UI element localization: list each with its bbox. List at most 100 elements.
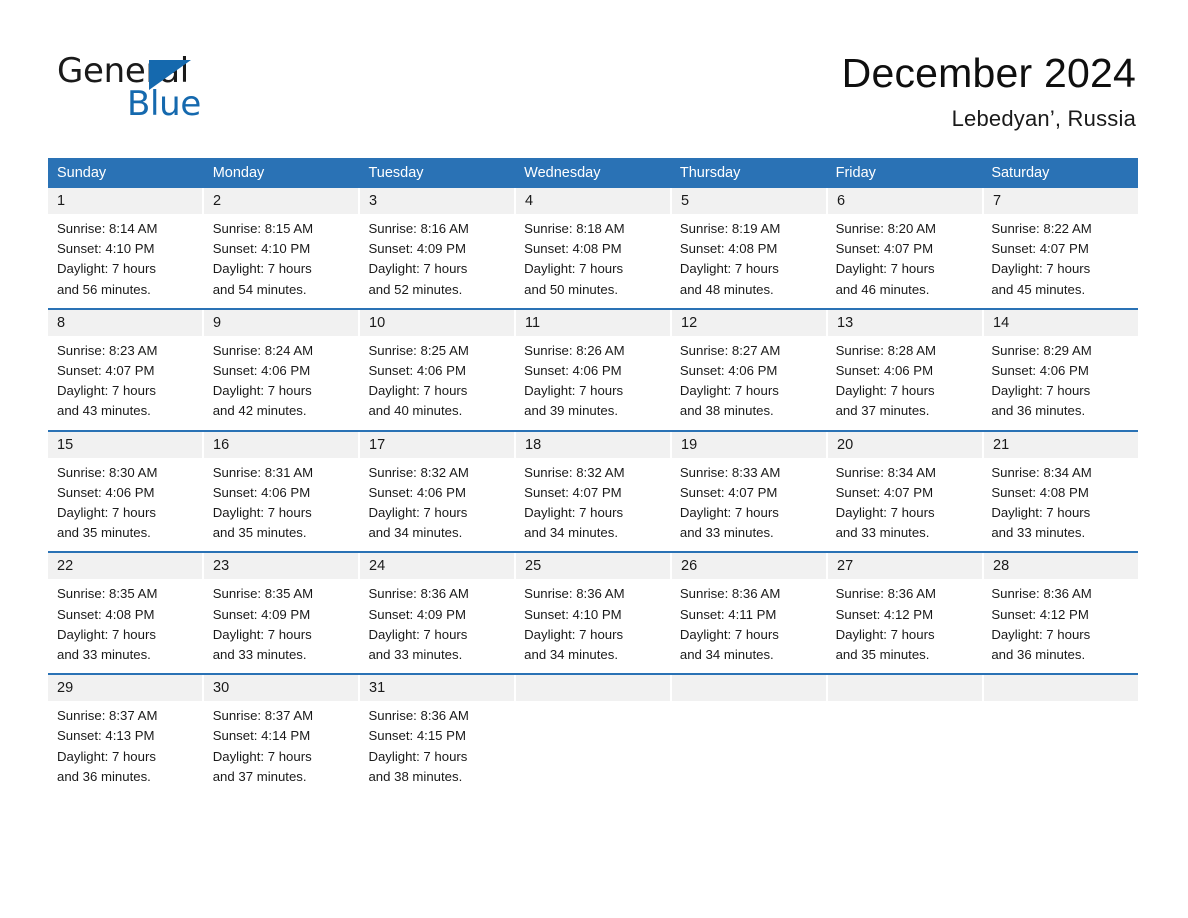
day-detail-line: and 34 minutes. [524,647,618,663]
day-cell[interactable]: Sunrise: 8:33 AM Sunset: 4:07 PM Daylight:… [671,458,827,552]
week-date-bar: 22 23 24 25 26 27 28 [48,553,1138,580]
day-number[interactable]: 6 [828,188,984,214]
day-cell[interactable]: Sunrise: 8:37 AM Sunset: 4:13 PM Daylight:… [48,701,204,795]
day-number[interactable]: 9 [204,309,360,336]
day-number[interactable]: 14 [984,309,1138,336]
day-cell[interactable]: Sunrise: 8:35 AM Sunset: 4:08 PM Daylight:… [48,579,204,673]
day-detail-line: and 54 minutes. [212,281,307,297]
day-number[interactable]: 3 [360,188,516,214]
day-number[interactable]: 10 [360,309,516,336]
day-number[interactable]: 20 [828,431,984,458]
day-detail-line: Sunrise: 8:37 AM [212,708,314,724]
day-detail-line: Sunrise: 8:36 AM [991,586,1092,602]
day-detail-line: and 33 minutes. [835,525,930,541]
day-cell[interactable]: Sunrise: 8:25 AM Sunset: 4:06 PM Daylight:… [359,336,515,430]
day-cell[interactable]: Sunrise: 8:27 AM Sunset: 4:06 PM Daylight:… [671,336,827,430]
day-detail-line: Daylight: 7 hours [212,261,312,277]
calendar-week-row: 22 23 24 25 26 27 28 Sunrise: 8:35 AM Sunset: 4:… [48,551,1138,674]
day-number[interactable] [672,675,828,702]
day-number[interactable]: 2 [204,188,360,214]
day-cell[interactable]: Sunrise: 8:22 AM Sunset: 4:07 PM Daylight:… [982,214,1138,308]
day-number[interactable]: 7 [984,188,1138,214]
day-detail-line: Sunset: 4:15 PM [368,728,466,744]
day-detail-line: Daylight: 7 hours [835,626,935,642]
day-cell[interactable]: Sunrise: 8:36 AM Sunset: 4:12 PM Daylight:… [827,579,983,673]
day-cell[interactable]: Sunrise: 8:36 AM Sunset: 4:15 PM Daylight:… [359,701,515,795]
day-number[interactable]: 4 [516,188,672,214]
week-body-row: Sunrise: 8:14 AM Sunset: 4:10 PM Daylight:… [48,214,1138,308]
day-cell[interactable]: Sunrise: 8:14 AM Sunset: 4:10 PM Daylight:… [48,214,204,308]
day-detail-line: Sunset: 4:08 PM [991,484,1089,500]
day-number[interactable]: 12 [672,309,828,336]
day-number[interactable]: 13 [828,309,984,336]
day-cell[interactable]: Sunrise: 8:16 AM Sunset: 4:09 PM Daylight:… [359,214,515,308]
day-number[interactable]: 21 [984,431,1138,458]
day-detail-line: Sunrise: 8:19 AM [679,221,781,236]
day-cell[interactable]: Sunrise: 8:26 AM Sunset: 4:06 PM Daylight:… [515,336,671,430]
day-number[interactable]: 31 [360,675,516,702]
day-cell[interactable]: Sunrise: 8:36 AM Sunset: 4:12 PM Daylight:… [982,579,1138,673]
day-detail-line: Daylight: 7 hours [57,505,156,521]
day-number[interactable]: 27 [828,553,984,580]
day-cell[interactable] [827,701,983,795]
day-cell[interactable]: Sunrise: 8:35 AM Sunset: 4:09 PM Daylight:… [204,579,360,673]
day-cell[interactable]: Sunrise: 8:15 AM Sunset: 4:10 PM Daylight:… [204,214,360,308]
day-cell[interactable]: Sunrise: 8:18 AM Sunset: 4:08 PM Daylight:… [515,214,671,308]
day-number[interactable]: 29 [48,675,204,702]
day-number[interactable] [984,675,1138,702]
day-detail-line: Daylight: 7 hours [368,261,468,277]
day-number[interactable]: 18 [516,431,672,458]
week-date-bar: 29 30 31 [48,675,1138,702]
day-detail-line: Daylight: 7 hours [991,383,1091,399]
day-cell[interactable]: Sunrise: 8:32 AM Sunset: 4:07 PM Daylight:… [515,458,671,552]
day-cell[interactable]: Sunrise: 8:34 AM Sunset: 4:07 PM Daylight:… [827,458,983,552]
week-body-row: Sunrise: 8:23 AM Sunset: 4:07 PM Daylight:… [48,335,1138,430]
day-detail-line: and 50 minutes. [524,281,618,297]
day-cell[interactable] [515,701,671,795]
day-number[interactable]: 19 [672,431,828,458]
week-date-bar: 1234567 [48,188,1138,214]
day-detail-line: Sunset: 4:07 PM [835,241,934,257]
week-body-row: Sunrise: 8:37 AM Sunset: 4:13 PM Daylight:… [48,701,1138,796]
day-cell[interactable]: Sunrise: 8:29 AM Sunset: 4:06 PM Daylight:… [982,336,1138,430]
day-cell[interactable]: Sunrise: 8:31 AM Sunset: 4:06 PM Daylight:… [204,458,360,552]
day-number[interactable]: 11 [516,309,672,336]
day-cell[interactable]: Sunrise: 8:24 AM Sunset: 4:06 PM Daylight:… [204,336,360,430]
day-number[interactable]: 23 [204,553,360,580]
day-detail-line: Daylight: 7 hours [368,505,468,521]
day-number[interactable]: 30 [204,675,360,702]
day-number[interactable]: 28 [984,553,1138,580]
day-number[interactable]: 25 [516,553,672,580]
day-number[interactable]: 26 [672,553,828,580]
day-cell[interactable] [671,701,827,795]
day-cell[interactable] [982,701,1138,795]
day-number[interactable]: 5 [672,188,828,214]
day-number[interactable]: 1 [48,188,204,214]
day-number[interactable]: 22 [48,553,204,580]
day-cell[interactable]: Sunrise: 8:36 AM Sunset: 4:11 PM Daylight:… [671,579,827,673]
title-block: December 2024 Lebedyan’, Russia [842,48,1136,134]
day-number[interactable]: 15 [48,431,204,458]
day-number[interactable]: 8 [48,309,204,336]
day-cell[interactable]: Sunrise: 8:23 AM Sunset: 4:07 PM Daylight:… [48,336,204,430]
day-detail-line: Daylight: 7 hours [991,626,1091,642]
day-number[interactable]: 17 [360,431,516,458]
day-number[interactable] [828,675,984,702]
day-detail-line: Sunrise: 8:36 AM [524,586,625,602]
day-number[interactable]: 24 [360,553,516,580]
day-cell[interactable]: Sunrise: 8:32 AM Sunset: 4:06 PM Daylight:… [359,458,515,552]
weekday-header-monday: Monday [212,165,265,181]
day-cell[interactable]: Sunrise: 8:28 AM Sunset: 4:06 PM Daylight:… [827,336,983,430]
day-cell[interactable]: Sunrise: 8:20 AM Sunset: 4:07 PM Daylight:… [827,214,983,308]
day-detail-line: Daylight: 7 hours [57,748,156,764]
day-cell[interactable]: Sunrise: 8:37 AM Sunset: 4:14 PM Daylight:… [204,701,360,795]
day-number[interactable] [516,675,672,702]
day-number[interactable]: 16 [204,431,360,458]
day-detail-line: Sunrise: 8:32 AM [524,464,625,480]
day-cell[interactable]: Sunrise: 8:36 AM Sunset: 4:09 PM Daylight:… [359,579,515,673]
day-cell[interactable]: Sunrise: 8:19 AM Sunset: 4:08 PM Daylight:… [671,214,827,308]
day-cell[interactable]: Sunrise: 8:36 AM Sunset: 4:10 PM Daylight:… [515,579,671,673]
day-cell[interactable]: Sunrise: 8:30 AM Sunset: 4:06 PM Daylight:… [48,458,204,552]
day-detail-line: Daylight: 7 hours [368,383,468,399]
day-cell[interactable]: Sunrise: 8:34 AM Sunset: 4:08 PM Daylight:… [982,458,1138,552]
